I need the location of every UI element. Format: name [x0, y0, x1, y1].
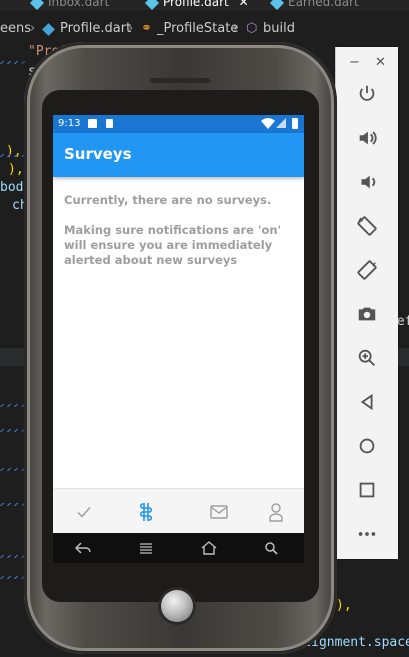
bottom-nav: [53, 488, 304, 533]
home-icon[interactable]: [189, 538, 229, 558]
tab-profile[interactable]: Profile.dart ✕: [144, 0, 249, 10]
minimize-icon[interactable]: −: [349, 55, 360, 70]
camera-icon[interactable]: [351, 298, 383, 330]
check-icon: [77, 506, 91, 518]
notification-hint: Making sure notifications are 'on' will …: [64, 223, 282, 267]
breadcrumb-folder[interactable]: eens: [0, 21, 31, 36]
code-fragment: ),: [336, 598, 352, 613]
more-icon[interactable]: [351, 518, 383, 550]
breadcrumb-class[interactable]: _ProfileState: [157, 21, 238, 36]
signal-icon: [276, 118, 286, 131]
phone-hardware-navbar: [53, 533, 304, 563]
sd-card-icon: [106, 119, 113, 128]
menu-icon[interactable]: [126, 538, 166, 558]
survey-icon: [139, 502, 153, 521]
nav-item-surveys[interactable]: [115, 489, 177, 533]
rotate-left-icon[interactable]: [351, 210, 383, 242]
method-cube-icon: ⬡: [246, 21, 258, 36]
app-bar: Surveys: [53, 133, 304, 177]
chevron-right-icon: ›: [30, 21, 36, 36]
volume-up-icon[interactable]: [351, 122, 383, 154]
empty-state-message: Currently, there are no surveys.: [64, 193, 272, 207]
status-bar: 9:13: [53, 115, 304, 133]
dart-file-icon: [144, 0, 160, 10]
battery-icon: [292, 118, 298, 129]
class-icon: ⚭: [141, 21, 152, 36]
wifi-icon: [261, 117, 275, 132]
back-triangle-icon[interactable]: [351, 386, 383, 418]
nav-item-mail[interactable]: [188, 489, 250, 533]
person-icon: [269, 502, 283, 522]
home-circle-icon[interactable]: [351, 430, 383, 462]
back-arrow-icon[interactable]: [63, 538, 103, 558]
mail-icon: [210, 504, 228, 519]
dart-file-icon: [269, 0, 285, 10]
breadcrumb-file[interactable]: Profile.dart: [60, 21, 131, 36]
nav-item-check[interactable]: [53, 489, 115, 533]
chevron-right-icon: ›: [233, 21, 239, 36]
tab-inbox[interactable]: Inbox.dart: [29, 0, 109, 10]
dart-file-icon: [29, 0, 45, 10]
dart-file-icon: [42, 23, 55, 36]
rotate-right-icon[interactable]: [351, 254, 383, 286]
zoom-icon[interactable]: [351, 342, 383, 374]
close-tab-icon[interactable]: ✕: [239, 0, 249, 9]
chevron-right-icon: ›: [128, 21, 134, 36]
breadcrumb-method[interactable]: build: [263, 21, 295, 36]
trackball[interactable]: [161, 590, 193, 622]
close-icon[interactable]: ✕: [375, 55, 386, 70]
code-fragment: ),: [8, 162, 24, 177]
power-icon[interactable]: [351, 78, 383, 110]
search-icon[interactable]: [251, 538, 291, 558]
editor-tab-bar: Inbox.dart Profile.dart ✕ Earned.dart: [0, 0, 409, 10]
status-time: 9:13: [58, 118, 81, 129]
phone-screen: 9:13 Surveys Currently, there are no sur…: [53, 115, 304, 533]
notification-a-icon: [88, 119, 97, 128]
error-squiggle: [0, 61, 28, 64]
volume-down-icon[interactable]: [351, 166, 383, 198]
page-title: Surveys: [64, 145, 132, 163]
nav-item-profile[interactable]: [245, 489, 304, 533]
tab-earned[interactable]: Earned.dart: [269, 0, 359, 10]
earpiece: [150, 78, 210, 83]
breadcrumb: eens › Profile.dart › ⚭ _ProfileState › …: [0, 18, 409, 40]
overview-square-icon[interactable]: [351, 474, 383, 506]
emulator-toolbar: − ✕: [335, 47, 398, 559]
